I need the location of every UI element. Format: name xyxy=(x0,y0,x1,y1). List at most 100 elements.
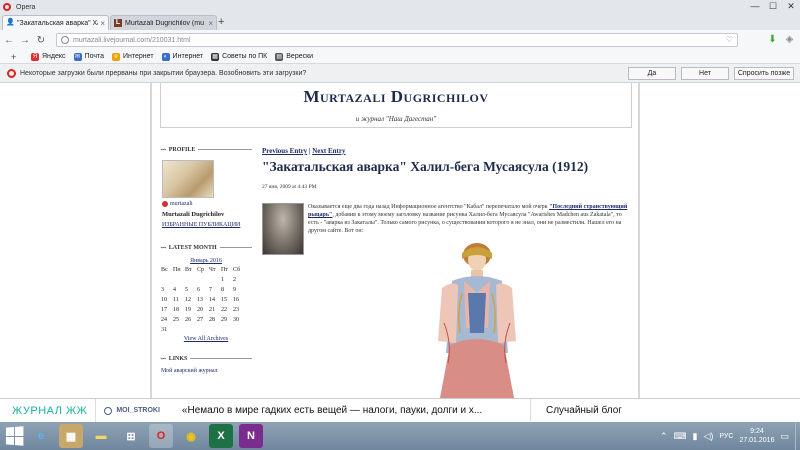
download-notification-bar: Некоторые загрузки были прерваны при зак… xyxy=(0,64,800,83)
bookmark-item[interactable]: e Интернет xyxy=(112,52,154,61)
show-desktop-button[interactable] xyxy=(795,422,800,450)
calendar-weekdays: Вс Пн Вт Ср Чт Пт Сб xyxy=(161,267,241,273)
close-window-button[interactable]: ✕ xyxy=(782,0,800,14)
entry-title: "Закатальская аварка" Халил-бега Мусаясу… xyxy=(262,159,589,174)
lj-user-icon: 👤 xyxy=(6,19,15,26)
ask-later-button[interactable]: Спросить позже xyxy=(734,67,794,80)
windows-start-icon[interactable] xyxy=(5,426,24,446)
entry-text: Оказывается еще два года назад Информаци… xyxy=(308,204,628,234)
close-tab-icon[interactable]: × xyxy=(208,19,213,28)
add-bookmark-button[interactable]: + xyxy=(11,52,23,62)
author-portrait xyxy=(262,203,304,255)
new-tab-button[interactable]: + xyxy=(218,16,224,28)
system-tray: ⌃ ⌨ ▮ ◁) РУС 9:24 27.01.2016 ▭ xyxy=(660,422,800,450)
calendar-week: 12 xyxy=(221,277,236,283)
lj-user-icon xyxy=(162,201,168,207)
windows-taskbar: e ▦ ▬ ⊞ O ◉ X N ⌃ ⌨ ▮ ◁) РУС 9:24 27.01.… xyxy=(0,422,800,450)
yes-button[interactable]: Да xyxy=(628,67,676,80)
close-tab-icon[interactable]: × xyxy=(100,19,105,28)
no-button[interactable]: Нет xyxy=(681,67,729,80)
ie-icon[interactable]: e xyxy=(29,424,53,448)
forward-arrow-icon[interactable]: → xyxy=(18,35,32,46)
keyboard-icon[interactable]: ⌨ xyxy=(674,431,687,442)
tab-current-article[interactable]: 👤 "Закатальская аварка" Ха × xyxy=(2,15,109,30)
bookmark-item[interactable]: Я Яндекс xyxy=(31,52,66,61)
excel-icon[interactable]: X xyxy=(209,424,233,448)
chevron-up-icon[interactable]: ⌃ xyxy=(660,431,668,442)
onenote-icon[interactable]: N xyxy=(239,424,263,448)
calendar-month-link[interactable]: Январь 2016 xyxy=(160,258,252,264)
page-icon: ▤ xyxy=(275,52,284,61)
title-bar: Opera — ☐ ✕ xyxy=(0,0,800,14)
favorites-link[interactable]: ИЗБРАННЫЕ ПУБЛИКАЦИИ xyxy=(162,222,252,229)
sidebar-link[interactable]: Мой аварский журнал xyxy=(161,368,252,374)
lj-user-icon xyxy=(104,406,113,415)
random-blog-link[interactable]: Случайный блог xyxy=(546,405,622,416)
swirl-icon: ∽ xyxy=(160,354,167,363)
heart-icon[interactable]: ♡ xyxy=(726,35,733,44)
notification-icon[interactable]: ▭ xyxy=(780,431,789,442)
window-controls: — ☐ ✕ xyxy=(746,0,800,14)
swirl-icon: ∽ xyxy=(160,243,167,252)
username-link[interactable]: murtazali xyxy=(162,201,252,207)
profile-heading: ∽ Profile xyxy=(160,145,252,154)
reload-icon[interactable]: ↻ xyxy=(34,35,48,46)
calendar: Вс Пн Вт Ср Чт Пт Сб 12 3456789 10 11 12 13 14 15 16… xyxy=(161,265,245,335)
internet-icon: ◐ xyxy=(161,52,170,61)
promo-author[interactable]: MOI_STROKI xyxy=(104,406,160,415)
previous-entry-link[interactable]: Previous Entry xyxy=(262,147,307,155)
extension-icon[interactable]: ◈ xyxy=(783,33,796,46)
app-name: Opera xyxy=(16,3,36,11)
store-icon[interactable]: ⊞ xyxy=(119,424,143,448)
entry-navigation: Previous Entry | Next Entry xyxy=(262,147,346,155)
back-arrow-icon[interactable]: ← xyxy=(2,35,16,46)
swirl-icon: ∽ xyxy=(160,145,167,154)
toolbar-icons: ⬇ ◈ xyxy=(766,33,796,46)
lj-brand-logo[interactable]: ЖУРНАЛ ЖЖ xyxy=(12,405,87,417)
maximize-button[interactable]: ☐ xyxy=(764,0,782,14)
app-icon[interactable]: ▦ xyxy=(59,424,83,448)
date: 27.01.2016 xyxy=(739,437,775,444)
tab-label: Murtazali Dugrichilov (mu xyxy=(125,19,204,27)
promo-post-link[interactable]: «Немало в мире гадких есть вещей — налог… xyxy=(182,405,482,416)
minimize-button[interactable]: — xyxy=(746,0,764,14)
globe-icon xyxy=(61,36,69,44)
tab-label: "Закатальская аварка" Ха xyxy=(17,19,99,27)
view-all-archives-link[interactable]: View All Archives xyxy=(160,336,252,342)
address-bar[interactable]: murtazali.livejournal.com/210031.html ♡ xyxy=(56,33,738,47)
volume-icon[interactable]: ◁) xyxy=(703,431,713,442)
tab-strip: 👤 "Закатальская аварка" Ха × L Murtazali… xyxy=(0,14,800,30)
userpic[interactable] xyxy=(162,160,214,198)
language-indicator[interactable]: РУС xyxy=(719,433,733,440)
time: 9:24 xyxy=(750,428,764,435)
yandex-icon: Я xyxy=(31,52,39,61)
latest-month-heading: ∽ Latest Month xyxy=(160,243,252,252)
download-icon[interactable]: ⬇ xyxy=(766,33,779,46)
bookmark-item[interactable]: ◐ Интернет xyxy=(161,52,203,61)
pc-tips-icon: ▦ xyxy=(211,52,220,61)
calendar-week: 24 25 26 27 28 29 30 xyxy=(161,317,239,323)
bookmark-item[interactable]: ✉ Почта xyxy=(73,52,104,61)
journal-header: Murtazali Dugrichilov и журнал "Наш Даге… xyxy=(160,83,632,128)
journal-title[interactable]: Murtazali Dugrichilov xyxy=(161,87,631,107)
network-icon[interactable]: ▮ xyxy=(693,431,698,442)
opera-logo-icon xyxy=(7,68,16,78)
notification-buttons: Да Нет Спросить позже xyxy=(628,67,794,80)
file-explorer-icon[interactable]: ▬ xyxy=(89,424,113,448)
clock[interactable]: 9:24 27.01.2016 xyxy=(739,427,774,445)
navigation-toolbar: ← → ↻ murtazali.livejournal.com/210031.h… xyxy=(0,30,800,50)
chrome-icon[interactable]: ◉ xyxy=(179,424,203,448)
bookmark-item[interactable]: ▤ Верески xyxy=(275,52,313,61)
mail-icon: ✉ xyxy=(73,52,82,61)
calendar-week: 31 xyxy=(161,327,167,333)
opera-logo-icon[interactable] xyxy=(3,3,11,11)
url-text[interactable]: murtazali.livejournal.com/210031.html xyxy=(73,37,191,44)
links-heading: ∽ Links xyxy=(160,354,252,363)
journal-page: Murtazali Dugrichilov и журнал "Наш Даге… xyxy=(150,83,640,398)
entry-date: 27 янв, 2009 at 4:43 PM xyxy=(262,184,317,190)
journal-sidebar: ∽ Profile murtazali Murtazali Dugrichilov… xyxy=(160,145,252,374)
tab-journal[interactable]: L Murtazali Dugrichilov (mu × xyxy=(110,15,217,30)
bookmark-item[interactable]: ▦ Советы по ПК xyxy=(211,52,267,61)
next-entry-link[interactable]: Next Entry xyxy=(312,147,345,155)
opera-taskbar-icon[interactable]: O xyxy=(149,424,173,448)
